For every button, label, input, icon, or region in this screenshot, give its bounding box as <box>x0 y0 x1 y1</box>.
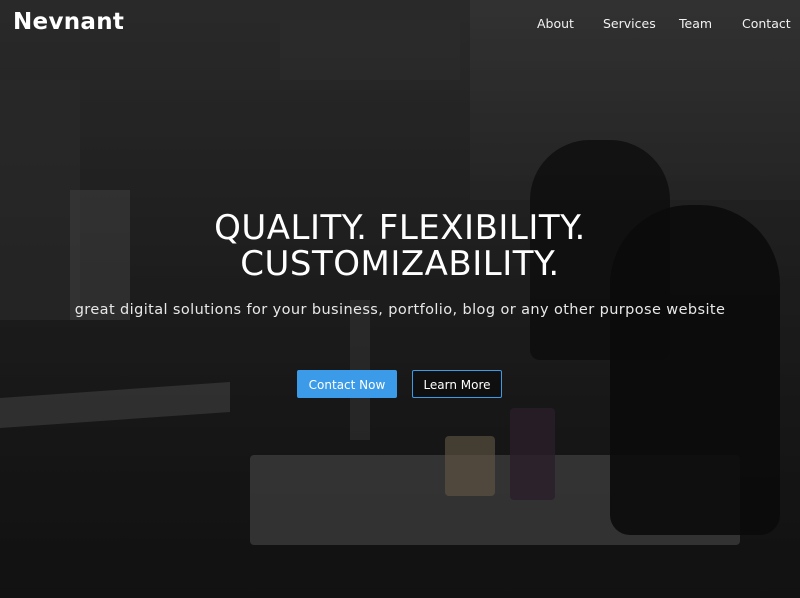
hero-headline: QUALITY. FLEXIBILITY. CUSTOMIZABILITY. <box>0 210 800 282</box>
learn-more-button[interactable]: Learn More <box>412 370 502 398</box>
top-navbar: Nevnant About Services Team Contact <box>0 0 800 50</box>
hero-subtitle: great digital solutions for your busines… <box>74 302 726 318</box>
nav-team[interactable]: Team <box>679 16 712 31</box>
hero-headline-line2: CUSTOMIZABILITY. <box>240 244 560 284</box>
nav-services[interactable]: Services <box>603 16 656 31</box>
nav-about[interactable]: About <box>537 16 574 31</box>
hero-section: QUALITY. FLEXIBILITY. CUSTOMIZABILITY. g… <box>0 210 800 398</box>
contact-now-button[interactable]: Contact Now <box>297 370 397 398</box>
hero-headline-line1: QUALITY. FLEXIBILITY. <box>214 208 586 248</box>
nav-contact[interactable]: Contact <box>742 16 791 31</box>
hero-actions: Contact Now Learn More <box>0 370 800 398</box>
brand-logo[interactable]: Nevnant <box>13 9 124 35</box>
